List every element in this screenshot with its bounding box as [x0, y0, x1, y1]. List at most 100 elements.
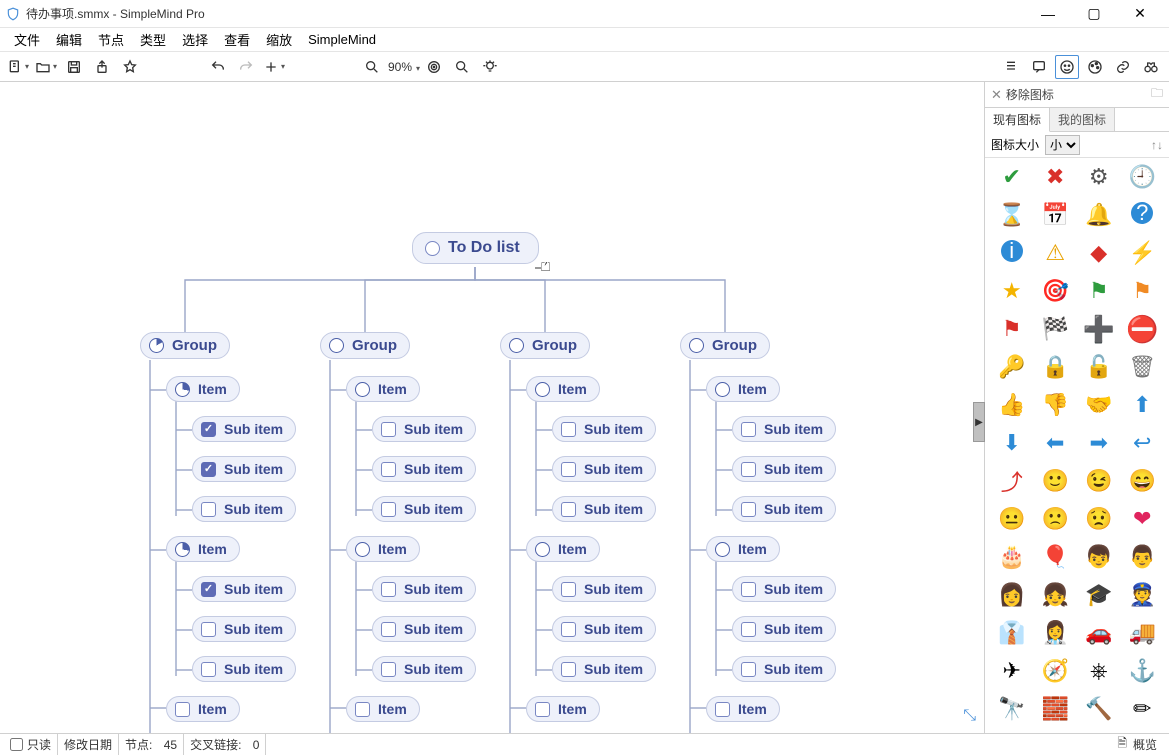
checkbox-icon[interactable] [201, 462, 216, 477]
checkbox-icon[interactable] [201, 422, 216, 437]
subitem-node[interactable]: Sub item [732, 656, 836, 682]
status-preview[interactable]: 🗎概览 [1109, 734, 1165, 755]
checkbox-icon[interactable] [201, 582, 216, 597]
checkbox-icon[interactable] [561, 622, 576, 637]
check-icon[interactable]: ✔ [996, 164, 1028, 190]
doctor-icon[interactable]: 👩‍⚕️ [1039, 620, 1071, 646]
redo-button[interactable] [234, 55, 258, 79]
error-diamond-icon[interactable]: ◆ [1083, 240, 1115, 266]
subitem-node[interactable]: Sub item [192, 456, 296, 482]
checkbox-icon[interactable] [381, 622, 396, 637]
subitem-node[interactable]: Sub item [372, 416, 476, 442]
group-node[interactable]: Group [680, 332, 770, 359]
checkbox-icon[interactable] [381, 582, 396, 597]
item-node[interactable]: Item [166, 376, 240, 402]
outline-panel-button[interactable] [999, 55, 1023, 79]
zoom-level[interactable]: 90% [388, 60, 412, 74]
subitem-node[interactable]: Sub item [552, 496, 656, 522]
worried-icon[interactable]: 😟 [1083, 506, 1115, 532]
group-node[interactable]: Group [320, 332, 410, 359]
police-icon[interactable]: 👮 [1126, 582, 1158, 608]
graduate-icon[interactable]: 🎓 [1083, 582, 1115, 608]
subitem-node[interactable]: Sub item [372, 496, 476, 522]
clock-icon[interactable]: 🕘 [1126, 164, 1158, 190]
cake-icon[interactable]: 🎂 [996, 544, 1028, 570]
menu-select[interactable]: 选择 [176, 28, 214, 51]
close-button[interactable]: ✕ [1117, 0, 1163, 28]
subitem-node[interactable]: Sub item [192, 616, 296, 642]
zoom-icon[interactable] [360, 55, 384, 79]
subitem-node[interactable]: Sub item [732, 496, 836, 522]
checkbox-icon[interactable] [561, 422, 576, 437]
gear-icon[interactable]: ⚙ [1083, 164, 1115, 190]
menu-type[interactable]: 类型 [134, 28, 172, 51]
subitem-node[interactable]: Sub item [732, 456, 836, 482]
open-folder-icon[interactable]: 🗀 [1151, 84, 1163, 105]
remove-icon-close[interactable]: ✕ [991, 87, 1002, 103]
target-icon[interactable]: 🎯 [1039, 278, 1071, 304]
star-yellow-icon[interactable]: ★ [996, 278, 1028, 304]
checkbox-icon[interactable] [561, 502, 576, 517]
compass-icon[interactable]: 🧭 [1039, 658, 1071, 684]
truck-icon[interactable]: 🚚 [1126, 620, 1158, 646]
checkbox-icon[interactable] [741, 502, 756, 517]
hammer-icon[interactable]: 🔨 [1083, 696, 1115, 722]
smile-icon[interactable]: 🙂 [1039, 468, 1071, 494]
subitem-node[interactable]: Sub item [732, 416, 836, 442]
office-worker-icon[interactable]: 👔 [996, 620, 1028, 646]
readonly-checkbox[interactable] [10, 738, 23, 751]
target-button[interactable] [422, 55, 446, 79]
checkbox-icon[interactable] [535, 702, 550, 717]
arrow-right-circle-icon[interactable]: ➡ [1083, 430, 1115, 456]
subitem-node[interactable]: Sub item [732, 576, 836, 602]
question-icon[interactable]: ? [1131, 202, 1153, 224]
zoom-dropdown[interactable] [414, 59, 420, 74]
checkbox-icon[interactable] [381, 502, 396, 517]
checkbox-icon[interactable] [175, 702, 190, 717]
link-panel-button[interactable] [1111, 55, 1135, 79]
person-man-icon[interactable]: 👨 [1126, 544, 1158, 570]
remove-icon-label[interactable]: 移除图标 [1006, 86, 1054, 103]
flag-green-icon[interactable]: ⚑ [1083, 278, 1115, 304]
item-node[interactable]: Item [526, 376, 600, 402]
person-girl-icon[interactable]: 👧 [1039, 582, 1071, 608]
tab-my-icons[interactable]: 我的图标 [1050, 108, 1115, 131]
merge-icon[interactable]: ⤴ [996, 468, 1028, 494]
share-button[interactable] [90, 55, 114, 79]
subitem-node[interactable]: Sub item [552, 416, 656, 442]
checkbox-icon[interactable] [561, 462, 576, 477]
checkbox-icon[interactable] [381, 462, 396, 477]
pencil-icon[interactable]: ✏ [1126, 696, 1158, 722]
group-node[interactable]: Group [500, 332, 590, 359]
binoculars-icon[interactable]: 🔭 [996, 696, 1028, 722]
subitem-node[interactable]: Sub item [192, 576, 296, 602]
grin-icon[interactable]: 😄 [1126, 468, 1158, 494]
car-icon[interactable]: 🚗 [1083, 620, 1115, 646]
resize-handle-icon[interactable]: ⤡ [963, 707, 976, 725]
menu-file[interactable]: 文件 [8, 28, 46, 51]
save-button[interactable] [62, 55, 86, 79]
heart-icon[interactable]: ❤ [1126, 506, 1158, 532]
flag-orange-icon[interactable]: ⚑ [1126, 278, 1158, 304]
maximize-button[interactable]: ▢ [1071, 0, 1117, 28]
thumbs-down-icon[interactable]: 👎 [1039, 392, 1071, 418]
new-doc-button[interactable] [6, 55, 30, 79]
key-icon[interactable]: 🔑 [996, 354, 1028, 380]
menu-view[interactable]: 查看 [218, 28, 256, 51]
lock-closed-icon[interactable]: 🔒 [1039, 354, 1071, 380]
arrow-left-circle-icon[interactable]: ⬅ [1039, 430, 1071, 456]
open-folder-button[interactable] [34, 55, 58, 79]
item-node[interactable]: Item [166, 696, 240, 722]
checkbox-icon[interactable] [741, 582, 756, 597]
checkbox-icon[interactable] [561, 662, 576, 677]
checkbox-icon[interactable] [355, 702, 370, 717]
subitem-node[interactable]: Sub item [372, 656, 476, 682]
trash-icon[interactable]: 🗑 [1126, 354, 1158, 380]
subitem-node[interactable]: Sub item [552, 656, 656, 682]
plane-icon[interactable]: ✈ [996, 658, 1028, 684]
lock-open-icon[interactable]: 🔓 [1083, 354, 1115, 380]
subitem-node[interactable]: Sub item [372, 456, 476, 482]
undo-button[interactable] [206, 55, 230, 79]
checkbox-icon[interactable] [381, 422, 396, 437]
group-node[interactable]: Group [140, 332, 230, 359]
